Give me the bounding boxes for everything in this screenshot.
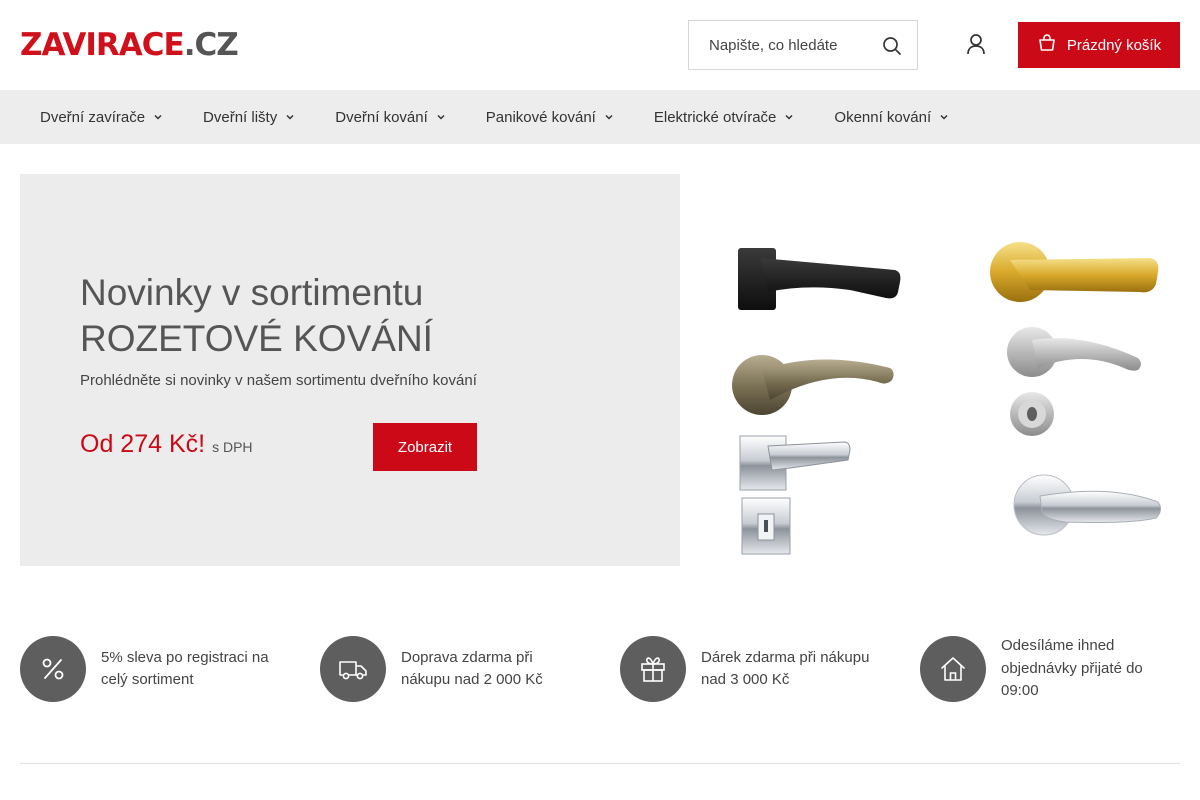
hero-title-line1: Novinky v sortimentu: [80, 272, 424, 313]
vat-note: s DPH: [212, 439, 253, 455]
hero-banner: Novinky v sortimentu ROZETOVÉ KOVÁNÍ Pro…: [20, 174, 680, 566]
search-input[interactable]: [689, 21, 869, 69]
nav-item-dverni-kovani[interactable]: Dveřní kování: [315, 90, 466, 144]
nav-item-label: Elektrické otvírače: [653, 108, 777, 126]
logo-dot: .: [183, 27, 196, 63]
chevron-down-icon: [285, 109, 295, 126]
hero-title: Novinky v sortimentu ROZETOVÉ KOVÁNÍ: [80, 270, 433, 362]
nav-item-label: Dveřní zavírače: [40, 108, 146, 126]
hero-title-line2: ROZETOVÉ KOVÁNÍ: [80, 318, 433, 359]
usp-item: Doprava zdarma při nákupu nad 2 000 Kč: [320, 636, 581, 702]
nav-item-okenni-kovani[interactable]: Okenní kování: [814, 90, 969, 144]
usp-item: 5% sleva po registraci na celý sortiment: [20, 636, 281, 702]
nav-item-label: Dveřní kování: [335, 108, 428, 126]
chevron-down-icon: [939, 109, 949, 126]
cart-button[interactable]: Prázdný košík: [1018, 22, 1180, 68]
shopping-bag-icon: [1037, 33, 1057, 57]
nav-item-label: Dveřní lišty: [203, 108, 278, 126]
truck-icon: [320, 636, 386, 702]
hero-price: Od 274 Kč! s DPH: [80, 430, 253, 459]
usp-text: Doprava zdarma při nákupu nad 2 000 Kč: [401, 648, 543, 689]
nav-item-label: Okenní kování: [834, 108, 932, 126]
logo-tld: CZ: [194, 27, 238, 63]
chevron-down-icon: [784, 109, 794, 126]
user-icon[interactable]: [962, 31, 990, 59]
percent-icon: [20, 636, 86, 702]
nav-item-elektricke-otvirace[interactable]: Elektrické otvírače: [634, 90, 815, 144]
home-icon: [920, 636, 986, 702]
nav-item-dverni-zavirace[interactable]: Dveřní zavírače: [20, 90, 183, 144]
chevron-down-icon: [604, 109, 614, 126]
price-value: Od 274 Kč!: [80, 430, 206, 458]
nav-item-dverni-listy[interactable]: Dveřní lišty: [183, 90, 315, 144]
divider: [20, 763, 1180, 764]
door-handles-image[interactable]: [710, 200, 1190, 580]
search-box: [688, 20, 918, 70]
logo[interactable]: ZAVIRACE. CZ: [20, 27, 239, 63]
search-icon[interactable]: [881, 35, 903, 57]
main-nav: Dveřní zavírače Dveřní lišty Dveřní ková…: [0, 90, 1200, 144]
nav-item-label: Panikové kování: [485, 108, 596, 126]
hero-subtitle: Prohlédněte si novinky v našem sortiment…: [80, 372, 477, 389]
chevron-down-icon: [436, 109, 446, 126]
site-header: ZAVIRACE.CZ Prázdný košík: [0, 0, 1200, 90]
usp-item: Dárek zdarma při nákupu nad 3 000 Kč: [620, 636, 881, 702]
gift-icon: [620, 636, 686, 702]
usp-text: Dárek zdarma při nákupu nad 3 000 Kč: [701, 648, 870, 689]
usp-text: 5% sleva po registraci na celý sortiment: [101, 648, 269, 689]
logo-main: ZAVIRACE: [20, 27, 185, 63]
nav-item-panikove-kovani[interactable]: Panikové kování: [466, 90, 634, 144]
usp-text: Odesíláme ihned objednávky přijaté do 09…: [1001, 637, 1143, 700]
show-button[interactable]: Zobrazit: [373, 423, 477, 471]
cart-label: Prázdný košík: [1066, 36, 1162, 54]
chevron-down-icon: [153, 109, 163, 126]
usp-item: Odesíláme ihned objednávky přijaté do 09…: [920, 636, 1181, 702]
